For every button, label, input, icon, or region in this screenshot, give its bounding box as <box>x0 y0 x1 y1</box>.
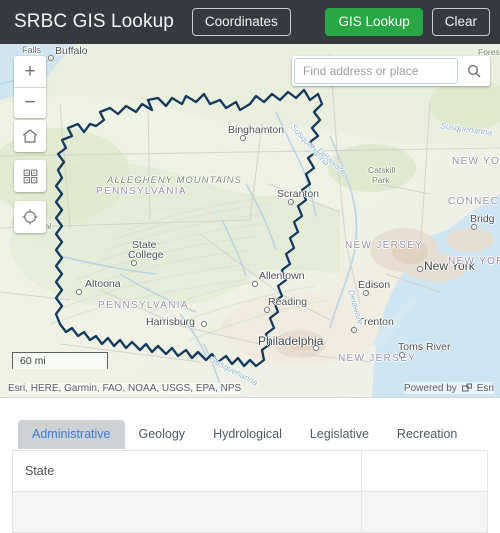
attribute-table: State <box>11 450 488 533</box>
map-city-dot <box>471 224 477 230</box>
basemap-gallery-button[interactable] <box>14 160 46 192</box>
map-city-dot <box>131 260 137 266</box>
tab-legislative[interactable]: Legislative <box>296 420 383 449</box>
map-canvas[interactable]: Falls Buffalo Binghamton Scranton State … <box>0 44 500 398</box>
tab-recreation[interactable]: Recreation <box>383 420 471 449</box>
locate-button[interactable] <box>14 201 46 233</box>
map-search[interactable] <box>292 56 490 86</box>
map-city-dot <box>240 135 246 141</box>
map-powered-by: Powered by Esri <box>403 382 494 394</box>
home-icon <box>22 129 38 143</box>
home-button[interactable] <box>14 120 46 152</box>
search-button[interactable] <box>458 56 490 86</box>
tab-geology[interactable]: Geology <box>125 420 200 449</box>
powered-by-label: Powered by <box>403 382 457 394</box>
search-input[interactable] <box>294 58 458 84</box>
map-city-dot <box>313 345 319 351</box>
map-city-dot <box>76 289 82 295</box>
app-header: SRBC GIS Lookup Coordinates GIS Lookup C… <box>0 0 500 44</box>
map-city-dot <box>252 281 258 287</box>
table-row: State <box>11 450 488 492</box>
map-basemap <box>0 44 500 397</box>
esri-logo-icon <box>461 383 472 392</box>
map-city-dot <box>264 307 270 313</box>
table-row <box>11 491 488 533</box>
map-city-dot <box>288 199 294 205</box>
map-city-dot <box>399 352 405 358</box>
table-cell-value <box>361 450 488 492</box>
map-city-dot <box>201 321 207 327</box>
map-attribution: Esri, HERE, Garmin, FAO, NOAA, USGS, EPA… <box>8 383 242 394</box>
table-cell-key: State <box>11 450 363 492</box>
category-tabs: Administrative Geology Hydrological Legi… <box>0 420 500 449</box>
table-cell-value <box>361 491 488 533</box>
basemap-grid-icon <box>23 169 37 183</box>
coordinates-button[interactable]: Coordinates <box>191 7 291 37</box>
map-city-dot <box>351 327 357 333</box>
app-title: SRBC GIS Lookup <box>14 11 174 32</box>
zoom-controls[interactable]: + − <box>14 56 46 118</box>
gis-lookup-button[interactable]: GIS Lookup <box>325 7 423 37</box>
tab-hydrological[interactable]: Hydrological <box>199 420 296 449</box>
zoom-in-button[interactable]: + <box>14 56 46 87</box>
locate-crosshair-icon <box>22 209 38 225</box>
tab-administrative[interactable]: Administrative <box>18 420 125 449</box>
map-city-dot <box>363 290 369 296</box>
zoom-out-button[interactable]: − <box>14 87 46 118</box>
clear-button[interactable]: Clear <box>431 7 490 37</box>
search-icon <box>468 65 481 78</box>
table-cell-key <box>11 491 363 533</box>
scale-bar: 60 mi <box>12 352 108 369</box>
map-city-dot <box>417 266 423 272</box>
esri-label: Esri <box>476 382 494 394</box>
map-city-dot <box>48 55 54 61</box>
